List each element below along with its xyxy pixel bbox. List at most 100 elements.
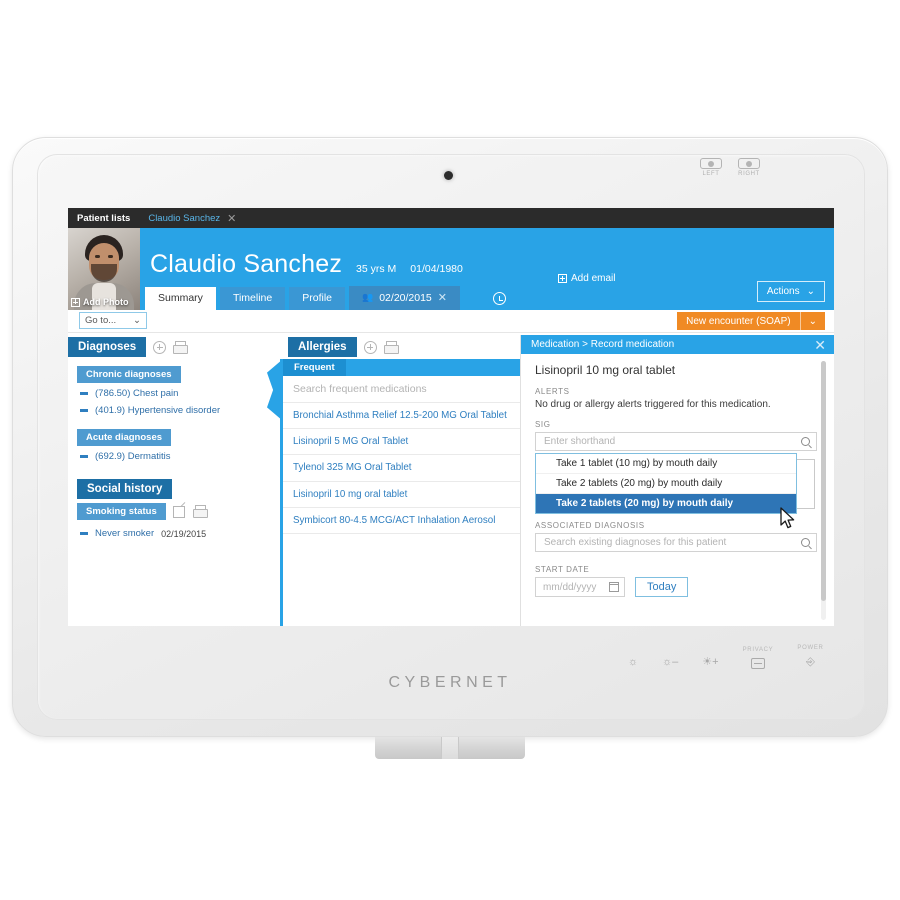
breadcrumb: Medication > Record medication — [531, 339, 675, 350]
associated-diagnosis-label: ASSOCIATED DIAGNOSIS — [535, 521, 645, 530]
bullet-icon — [80, 455, 88, 458]
power-button[interactable]: POWER ⎆ — [797, 645, 823, 669]
privacy-button[interactable]: PRIVACY — [743, 647, 774, 669]
list-item[interactable]: Bronchial Asthma Relief 12.5-200 MG Oral… — [283, 403, 520, 430]
tab-summary[interactable]: Summary — [145, 287, 216, 310]
sig-input[interactable]: Enter shorthand — [535, 432, 817, 451]
associated-diagnosis-field: ASSOCIATED DIAGNOSIS Search existing dia… — [535, 521, 817, 552]
function-button[interactable]: ☼ — [628, 645, 638, 669]
list-item[interactable]: (401.9) Hypertensive disorder — [68, 402, 274, 419]
brightness-down-icon: ☼– — [662, 656, 679, 668]
alerts-text: No drug or allergy alerts triggered for … — [535, 399, 771, 410]
brand-logo: CYBERNET — [388, 674, 512, 691]
camera-right-indicator: RIGHT — [738, 158, 760, 177]
goto-select[interactable]: Go to... ⌄ — [79, 312, 147, 329]
privacy-button-label: PRIVACY — [742, 647, 774, 653]
brightness-down-label — [662, 645, 678, 653]
allergies-header: Allergies — [274, 335, 520, 357]
mouse-cursor — [780, 507, 795, 529]
front-camera-icon — [444, 171, 453, 180]
close-icon[interactable]: ✕ — [227, 212, 236, 225]
frequent-medications-panel: Frequent Search frequent medications Bro… — [267, 359, 520, 626]
avatar-eye-right — [108, 255, 113, 258]
camera-right-icon — [738, 158, 760, 169]
list-item[interactable]: Symbicort 80-4.5 MCG/ACT Inhalation Aero… — [283, 508, 520, 535]
patient-lists-link[interactable]: Patient lists — [77, 213, 130, 224]
start-date-input[interactable]: mm/dd/yyyy — [535, 577, 625, 597]
brightness-up-label — [702, 645, 718, 653]
diagnoses-title: Diagnoses — [68, 337, 147, 357]
tablet-stand-notch — [441, 737, 459, 759]
actions-label: Actions — [766, 286, 800, 297]
power-icon: ⎆ — [806, 656, 815, 668]
add-email-button[interactable]: Add email — [558, 273, 615, 284]
new-encounter-label: New encounter (SOAP) — [686, 315, 791, 327]
open-patient-tab-label: Claudio Sanchez — [148, 212, 221, 224]
new-encounter-button[interactable]: New encounter (SOAP) ⌄ — [677, 312, 825, 330]
patient-tabs: Summary Timeline Profile 👥 02/20/2015 ✕ — [145, 286, 460, 310]
patient-age-sex: 35 yrs M — [356, 263, 397, 275]
tablet-stand-base — [375, 737, 525, 759]
add-photo-button[interactable]: Add Photo — [71, 297, 129, 307]
list-item[interactable]: Never smoker 02/19/2015 — [68, 520, 274, 542]
sig-option[interactable]: Take 1 tablet (10 mg) by mouth daily — [536, 454, 796, 474]
printer-icon[interactable] — [192, 505, 208, 518]
start-date-row: mm/dd/yyyy Today — [535, 577, 817, 597]
brightness-down-button[interactable]: ☼– — [662, 645, 678, 669]
allergies-column: Allergies Frequent Search frequent medic… — [267, 335, 520, 626]
brightness-up-button[interactable]: ☀+ — [702, 645, 718, 669]
camera-right-label: RIGHT — [738, 171, 760, 177]
plus-circle-icon[interactable] — [363, 340, 377, 354]
close-icon[interactable]: ✕ — [438, 291, 447, 304]
chronic-diagnoses-title: Chronic diagnoses — [77, 366, 181, 383]
actions-button[interactable]: Actions ⌄ — [756, 281, 825, 302]
content-columns: Diagnoses Chronic diagnoses (786.50) Che… — [68, 335, 834, 626]
medication-name: Lisinopril 10 mg oral tablet — [535, 363, 676, 377]
list-item[interactable]: (692.9) Dermatitis — [68, 448, 274, 465]
patient-dob: 01/04/1980 — [410, 263, 463, 275]
today-button[interactable]: Today — [635, 577, 689, 597]
open-patient-tab[interactable]: Claudio Sanchez ✕ — [148, 212, 236, 225]
history-clock-icon[interactable] — [493, 292, 506, 305]
sig-options-dropdown: Take 1 tablet (10 mg) by mouth daily Tak… — [535, 453, 797, 514]
edit-icon[interactable] — [172, 505, 186, 518]
calendar-icon[interactable] — [608, 582, 619, 592]
add-email-label: Add email — [571, 273, 616, 284]
diagnosis-label: (692.9) Dermatitis — [95, 451, 171, 462]
printer-icon[interactable] — [383, 340, 399, 354]
frequent-search-input[interactable]: Search frequent medications — [283, 376, 520, 403]
start-date-placeholder: mm/dd/yyyy — [543, 581, 597, 593]
sig-input-placeholder: Enter shorthand — [544, 436, 616, 447]
list-item[interactable]: (786.50) Chest pain — [68, 385, 274, 402]
diagnosis-label: (786.50) Chest pain — [95, 388, 179, 399]
sig-option-selected[interactable]: Take 2 tablets (20 mg) by mouth daily — [536, 494, 796, 513]
tab-frequent[interactable]: Frequent — [283, 359, 346, 376]
printer-icon[interactable] — [173, 340, 189, 354]
smoking-status-title: Smoking status — [77, 503, 166, 520]
tab-encounter[interactable]: 👥 02/20/2015 ✕ — [349, 286, 460, 310]
sig-option[interactable]: Take 2 tablets (20 mg) by mouth daily — [536, 474, 796, 494]
tab-timeline[interactable]: Timeline — [219, 287, 286, 310]
chevron-down-icon[interactable]: ⌄ — [801, 316, 825, 327]
list-item[interactable]: Lisinopril 10 mg oral tablet — [283, 482, 520, 508]
page-title: Claudio Sanchez — [150, 250, 343, 278]
start-date-field: START DATE mm/dd/yyyy Today — [535, 565, 817, 597]
modal-body: Lisinopril 10 mg oral tablet ALERTS No d… — [521, 354, 834, 451]
bottom-bezel-controls: ☼ ☼– ☀+ PRIVACY POWER ⎆ — [628, 645, 824, 669]
close-icon[interactable]: ✕ — [814, 338, 826, 352]
list-item[interactable]: Lisinopril 5 MG Oral Tablet — [283, 429, 520, 456]
list-item[interactable]: Tylenol 325 MG Oral Tablet — [283, 455, 520, 482]
social-history-title: Social history — [77, 479, 173, 499]
function-button-label — [628, 645, 638, 653]
associated-diagnosis-placeholder: Search existing diagnoses for this patie… — [544, 537, 727, 548]
brightness-up-icon: ☀+ — [702, 656, 719, 668]
sig-label: SIG — [535, 420, 551, 429]
plus-circle-icon[interactable] — [153, 340, 167, 354]
associated-diagnosis-input[interactable]: Search existing diagnoses for this patie… — [535, 533, 817, 552]
add-photo-label: Add Photo — [83, 297, 129, 307]
tab-profile[interactable]: Profile — [289, 287, 345, 310]
bullet-icon — [80, 532, 88, 535]
app-topbar: Patient lists Claudio Sanchez ✕ — [68, 208, 834, 233]
camera-left-indicator: LEFT — [700, 158, 722, 177]
start-date-label: START DATE — [535, 565, 590, 574]
